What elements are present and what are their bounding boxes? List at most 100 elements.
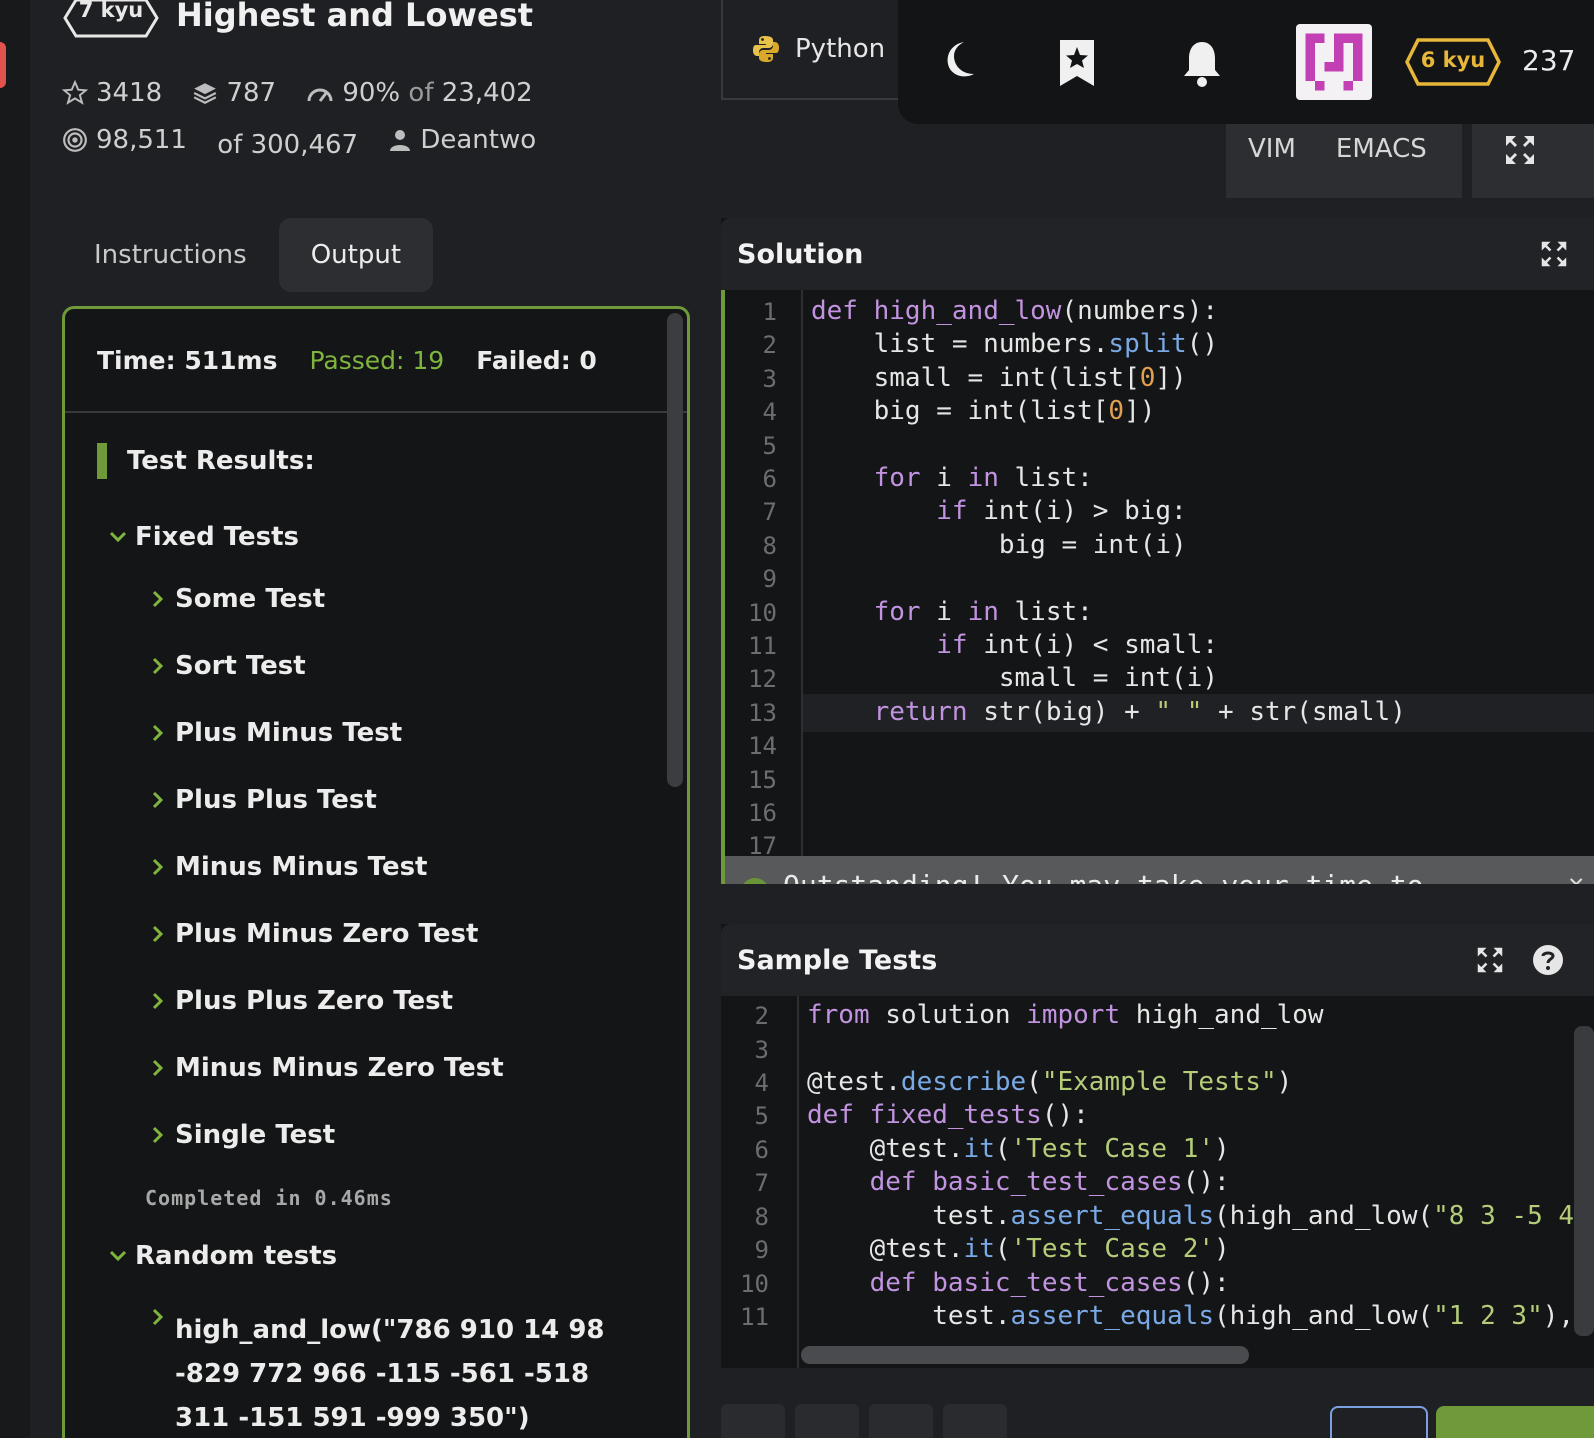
satisfaction-votes: 23,402 (441, 78, 533, 108)
layers-icon (194, 83, 217, 104)
code-line: def high_and_low(numbers): (811, 296, 1219, 326)
language-label: Python (795, 34, 886, 64)
rank-badge[interactable]: 6 kyu (1404, 36, 1502, 88)
bell-icon[interactable] (1180, 38, 1224, 88)
expand-icon[interactable] (1476, 946, 1504, 974)
line-number: 2 (754, 1002, 769, 1030)
star-icon (62, 80, 88, 105)
sample-tests-header: Sample Tests (721, 924, 1594, 996)
line-number: 6 (754, 1136, 769, 1164)
code-line: test.assert_equals(high_and_low("8 3 -5 … (807, 1201, 1575, 1231)
chevron-right-icon (143, 724, 173, 742)
test-item[interactable]: high_and_low("786 910 14 98 -829 772 966… (103, 1308, 663, 1438)
expand-icon (1506, 136, 1534, 164)
bookmark-star-icon[interactable] (1058, 38, 1096, 88)
keymap-switch: VIM EMACS (1226, 124, 1462, 198)
gauge-icon (307, 88, 333, 102)
test-item[interactable]: Plus Minus Test (103, 699, 663, 766)
target-icon (63, 128, 87, 152)
code-line: test.assert_equals(high_and_low("1 2 3")… (807, 1301, 1575, 1331)
test-item-label: Minus Minus Test (175, 851, 428, 882)
chevron-right-icon (143, 590, 173, 608)
code-line: def basic_test_cases(): (869, 1268, 1230, 1298)
toolbar-button[interactable] (721, 1404, 785, 1438)
solution-editor[interactable]: 1 2 3 4 5 6 7 8 9 10 11 12 13 14 15 16 1… (721, 290, 1594, 884)
line-number: 4 (754, 1069, 769, 1097)
author-name[interactable]: Deantwo (420, 119, 536, 161)
solution-header: Solution (721, 218, 1594, 290)
author-stat[interactable]: Deantwo (388, 119, 536, 161)
line-number: 14 (748, 732, 777, 760)
close-icon[interactable]: ✕ (1568, 866, 1584, 884)
code-line: big = int(list[0]) (811, 396, 1156, 426)
sample-tests-editor[interactable]: 2 3 4 5 6 7 8 9 10 11 from solution impo… (721, 996, 1594, 1368)
code-line: small = int(i) (811, 663, 1218, 693)
code-line: if int(i) < small: (936, 630, 1218, 660)
toolbar-button[interactable] (869, 1404, 933, 1438)
chevron-right-icon (143, 1308, 173, 1438)
line-number: 5 (762, 432, 777, 460)
toolbar-button[interactable] (943, 1404, 1007, 1438)
line-number: 4 (762, 398, 777, 426)
language-selector[interactable]: Python (721, 0, 921, 100)
horizontal-scrollbar[interactable] (801, 1346, 1249, 1364)
solution-panel: Solution 1 2 3 4 5 6 7 8 9 10 11 12 13 1… (721, 218, 1594, 884)
test-item-label: Plus Plus Zero Test (175, 985, 454, 1016)
test-item[interactable]: Sort Test (103, 632, 663, 699)
expand-icon[interactable] (1540, 240, 1568, 268)
chevron-right-icon (143, 925, 173, 943)
fullscreen-button[interactable] (1472, 124, 1594, 198)
avatar[interactable] (1296, 24, 1372, 100)
code-line: return str(big) + " " + str(small) (873, 697, 1406, 727)
vim-mode-button[interactable]: VIM (1248, 134, 1296, 164)
line-number: 15 (748, 766, 777, 794)
toolbar-button[interactable] (795, 1404, 859, 1438)
line-number: 12 (748, 665, 777, 693)
code-line: for i in list: (873, 463, 1093, 493)
code-line: list = numbers.split() (811, 329, 1219, 359)
tab-instructions[interactable]: Instructions (62, 218, 279, 292)
test-summary: Time: 511ms Passed: 19 Failed: 0 (65, 309, 687, 413)
test-item[interactable]: Some Test (103, 565, 663, 632)
help-icon[interactable] (1532, 944, 1564, 976)
test-item[interactable]: Single Test (103, 1101, 663, 1168)
output-scrollbar[interactable] (667, 313, 683, 787)
attempt-button[interactable] (1436, 1406, 1594, 1438)
line-number: 11 (748, 632, 777, 660)
test-item-label: Sort Test (175, 650, 306, 681)
vertical-scrollbar[interactable] (1574, 1026, 1594, 1336)
tab-output[interactable]: Output (278, 218, 434, 292)
test-item-label: Some Test (175, 583, 326, 614)
code-line: from solution import high_and_low (807, 1000, 1324, 1030)
test-group-fixed[interactable]: Fixed Tests (103, 509, 663, 565)
emacs-mode-button[interactable]: EMACS (1336, 134, 1427, 164)
chevron-right-icon (143, 1059, 173, 1077)
test-item[interactable]: Minus Minus Test (103, 833, 663, 900)
stars-stat[interactable]: 3418 (62, 72, 162, 114)
kata-title: Highest and Lowest (176, 0, 534, 34)
bottom-toolbar (721, 1404, 1141, 1438)
test-group-random[interactable]: Random tests (103, 1228, 663, 1284)
chevron-right-icon (143, 1126, 173, 1144)
satisfaction-stat: 90% of 23,402 (306, 72, 533, 114)
code-line: @test.describe("Example Tests") (807, 1067, 1293, 1097)
test-item[interactable]: Minus Minus Zero Test (103, 1034, 663, 1101)
line-number: 7 (754, 1169, 769, 1197)
test-item-label: high_and_low("786 910 14 98 -829 772 966… (175, 1315, 605, 1433)
test-item[interactable]: Plus Minus Zero Test (103, 900, 663, 967)
test-item[interactable]: Plus Plus Zero Test (103, 967, 663, 1034)
collections-stat[interactable]: 787 (192, 72, 276, 114)
completed-time: Completed in 0.46ms (145, 1186, 393, 1210)
code-line: def fixed_tests(): (807, 1100, 1089, 1130)
test-item-label: Plus Plus Test (175, 784, 377, 815)
output-panel: Time: 511ms Passed: 19 Failed: 0 Test Re… (62, 306, 690, 1438)
code-line: def basic_test_cases(): (869, 1167, 1230, 1197)
side-tab[interactable] (0, 42, 6, 88)
moon-icon[interactable] (938, 38, 978, 82)
line-number: 10 (748, 599, 777, 627)
test-button[interactable] (1330, 1406, 1428, 1438)
chevron-right-icon (143, 992, 173, 1010)
chevron-right-icon (143, 791, 173, 809)
test-group-label: Random tests (135, 1241, 338, 1271)
test-item[interactable]: Plus Plus Test (103, 766, 663, 833)
